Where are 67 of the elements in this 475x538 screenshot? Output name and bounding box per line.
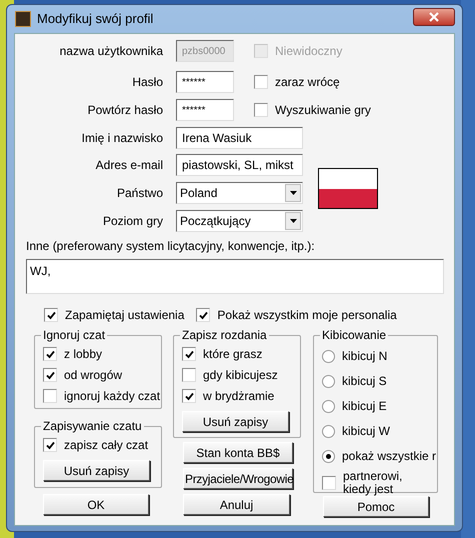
checkbox[interactable]	[43, 347, 57, 361]
checkbox[interactable]	[182, 368, 196, 382]
close-icon	[429, 12, 439, 22]
checkbox-label: Zapamiętaj ustawienia	[65, 308, 184, 322]
close-button[interactable]	[413, 8, 455, 26]
input-field[interactable]: ******	[176, 71, 234, 93]
caret-icon	[290, 191, 296, 195]
field-label: nazwa użytkownika	[58, 43, 164, 60]
radio-label: kibicuj E	[342, 398, 387, 415]
radio-button[interactable]	[322, 450, 335, 462]
checkbox-label: Pokaż wszystkim moje personalia	[217, 308, 397, 322]
radio-label: kibicuj N	[342, 348, 388, 365]
checkbox-label: gdy kibicujesz	[203, 368, 278, 382]
checkbox[interactable]	[182, 389, 196, 403]
section-label: Inne (preferowany system licytacyjny, konwencje, itp.):	[26, 238, 316, 255]
dropdown[interactable]: Początkujący	[176, 210, 303, 232]
group-title: Zapisywanie czatu	[41, 419, 144, 433]
button[interactable]: Stan konta BB$	[183, 442, 293, 463]
field-label: Imię i nazwisko	[80, 130, 164, 147]
input-field[interactable]: Irena Wasiuk	[176, 127, 303, 149]
radio-button[interactable]	[322, 350, 335, 362]
radio-button[interactable]	[322, 424, 335, 438]
checkbox-label: Niewidoczny	[275, 44, 342, 58]
group-title: Kibicowanie	[320, 328, 388, 342]
checkbox[interactable]	[322, 476, 336, 490]
checkbox[interactable]	[254, 75, 268, 89]
window-title: Modyfikuj swój profil	[37, 10, 154, 28]
button[interactable]: Usuń zapisy	[182, 411, 289, 432]
input-field[interactable]: ******	[176, 99, 234, 121]
checkbox[interactable]	[44, 308, 58, 322]
field-label: Powtórz hasło	[86, 102, 164, 119]
checkbox[interactable]	[182, 347, 196, 361]
checkbox[interactable]	[254, 103, 268, 117]
radio-label: kibicuj W	[342, 423, 390, 440]
checkbox-label: od wrogów	[64, 368, 122, 382]
text-area[interactable]: WJ,	[26, 259, 444, 294]
checkbox-label: zaraz wrócę	[275, 75, 340, 89]
checkbox-label: w brydżramie	[203, 389, 274, 403]
checkbox-label: które grasz	[203, 347, 262, 361]
input-field[interactable]: piastowski, SL, mikst	[176, 154, 303, 176]
field-label: Hasło	[131, 74, 164, 91]
checkbox-label: Wyszukiwanie gry	[275, 103, 371, 117]
checkbox[interactable]	[43, 368, 57, 382]
caret-icon	[290, 219, 296, 223]
field-label: Poziom gry	[102, 213, 164, 230]
field-label: Państwo	[116, 185, 164, 202]
checkbox[interactable]	[43, 389, 57, 403]
button[interactable]: Pomoc	[323, 496, 429, 517]
checkbox-label: partnerowi, kiedy jest	[343, 470, 404, 496]
radio-label: kibicuj S	[342, 373, 387, 390]
flag-icon	[318, 168, 378, 209]
app-icon	[15, 11, 31, 27]
dropdown[interactable]: Poland	[176, 182, 303, 204]
checkbox-label: z lobby	[64, 347, 102, 361]
button[interactable]: Anuluj	[183, 494, 290, 515]
checkbox-label: ignoruj każdy czat	[64, 389, 160, 403]
radio-label: pokaż wszystkie r	[342, 448, 436, 465]
checkbox[interactable]	[43, 438, 57, 452]
checkbox[interactable]	[196, 308, 210, 322]
radio-button[interactable]	[322, 374, 335, 388]
field-label: Adres e-mail	[94, 157, 164, 174]
group-title: Zapisz rozdania	[180, 328, 269, 342]
button[interactable]: OK	[43, 494, 149, 515]
checkbox-label: zapisz cały czat	[64, 438, 148, 452]
radio-button[interactable]	[322, 400, 335, 412]
group-title: Ignoruj czat	[41, 328, 108, 342]
button[interactable]: Usuń zapisy	[43, 460, 150, 481]
